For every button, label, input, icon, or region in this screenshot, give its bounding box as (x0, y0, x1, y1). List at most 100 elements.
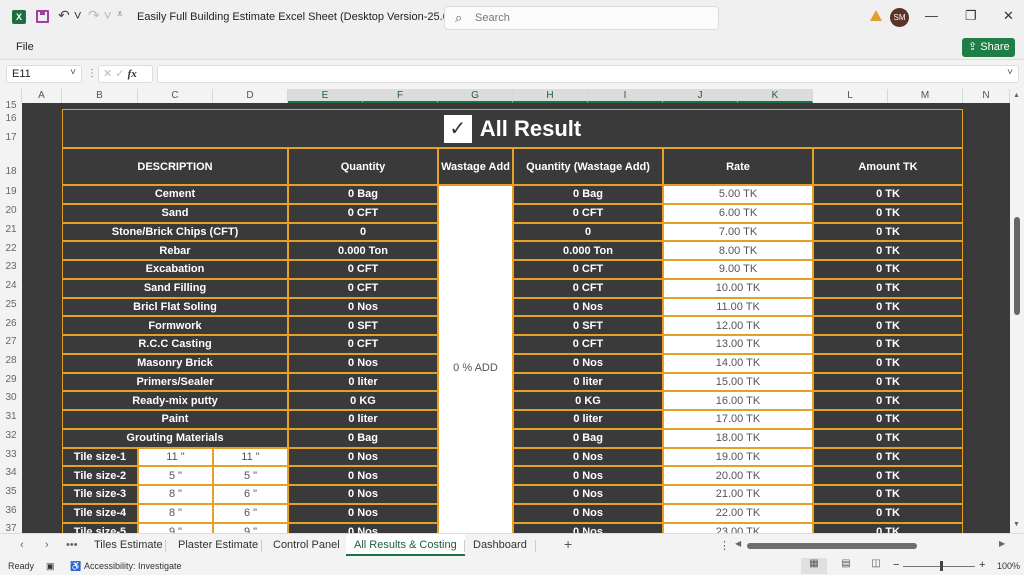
row-header[interactable]: 17 (0, 132, 22, 143)
item-rate-input[interactable]: 9.00 TK (663, 260, 813, 279)
macro-record-icon[interactable]: ▣ (46, 561, 55, 572)
page-break-view-button[interactable]: ◫ (863, 558, 889, 574)
customize-toolbar-icon[interactable]: ⩡ (117, 9, 123, 20)
accessibility-status[interactable]: Accessibility: Investigate (84, 561, 182, 571)
row-header[interactable]: 24 (0, 280, 22, 291)
name-box[interactable]: E11 ˅ (6, 65, 82, 83)
tile-height-input[interactable]: 5 " (213, 466, 288, 485)
row-header[interactable]: 19 (0, 186, 22, 197)
insert-function-icon[interactable]: fx (128, 68, 137, 80)
file-menu[interactable]: File (16, 41, 34, 53)
warning-icon[interactable] (870, 10, 882, 21)
tile-height-input[interactable]: 9 " (213, 522, 288, 533)
tile-rate-input[interactable]: 22.00 TK (663, 503, 813, 523)
tile-height-input[interactable]: 11 " (213, 447, 288, 467)
tile-width-input[interactable]: 11 " (138, 447, 213, 467)
column-header[interactable]: I (588, 89, 663, 103)
column-header[interactable]: L (813, 89, 888, 103)
row-header[interactable]: 30 (0, 392, 22, 403)
scroll-right-icon[interactable]: ▶ (999, 539, 1005, 548)
item-rate-input[interactable]: 5.00 TK (663, 185, 813, 204)
item-rate-input[interactable]: 17.00 TK (663, 410, 813, 429)
item-rate-input[interactable]: 10.00 TK (663, 278, 813, 298)
undo-icon[interactable]: ↶ ˅ (58, 7, 82, 24)
zoom-slider-thumb[interactable] (940, 561, 943, 571)
row-header[interactable]: 27 (0, 336, 22, 347)
worksheet-grid[interactable]: ✓ All Result DESCRIPTION Quantity Wastage Ad… (22, 103, 1010, 533)
tile-rate-input[interactable]: 19.00 TK (663, 447, 813, 467)
scroll-down-icon[interactable]: ▼ (1013, 521, 1020, 528)
row-header[interactable]: 26 (0, 318, 22, 329)
search-input[interactable]: ⌕ Search (444, 6, 719, 30)
row-header[interactable]: 28 (0, 355, 22, 366)
row-header[interactable]: 16 (0, 113, 22, 124)
tile-width-input[interactable]: 5 " (138, 466, 213, 485)
next-sheet-icon[interactable]: › (45, 539, 49, 551)
column-header[interactable]: J (663, 89, 738, 103)
checkbox-checked-icon[interactable]: ✓ (443, 114, 472, 143)
row-header[interactable]: 22 (0, 243, 22, 254)
share-button[interactable]: ⇪ Share ˅ (962, 38, 1015, 72)
item-rate-input[interactable]: 7.00 TK (663, 222, 813, 242)
close-button[interactable]: ✕ (1003, 8, 1014, 24)
item-rate-input[interactable]: 18.00 TK (663, 428, 813, 448)
column-header[interactable]: N (963, 89, 1010, 103)
enter-icon[interactable]: ✓ (115, 68, 124, 80)
item-rate-input[interactable]: 16.00 TK (663, 391, 813, 410)
item-rate-input[interactable]: 12.00 TK (663, 316, 813, 335)
redo-icon[interactable]: ↷ ˅ (88, 7, 112, 24)
vertical-scroll-thumb[interactable] (1014, 217, 1020, 315)
zoom-out-button[interactable]: − (893, 559, 899, 571)
cancel-icon[interactable]: ✕ (103, 68, 112, 80)
tab-dashboard[interactable]: Dashboard (473, 539, 527, 551)
avatar[interactable]: SM (890, 8, 909, 27)
row-header[interactable]: 29 (0, 374, 22, 385)
column-header[interactable]: F (363, 89, 438, 103)
column-header[interactable]: D (213, 89, 288, 103)
row-header[interactable]: 20 (0, 205, 22, 216)
page-layout-view-button[interactable]: ▤ (833, 558, 859, 574)
prev-sheet-icon[interactable]: ‹ (20, 539, 24, 551)
row-header[interactable]: 32 (0, 430, 22, 441)
column-header[interactable]: A (22, 89, 62, 103)
row-header[interactable]: 25 (0, 299, 22, 310)
tab-tiles-estimate[interactable]: Tiles Estimate (94, 539, 163, 551)
zoom-level[interactable]: 100% (997, 561, 1020, 571)
accessibility-icon[interactable]: ♿ (70, 561, 81, 572)
add-sheet-button[interactable]: + (564, 536, 572, 552)
tile-height-input[interactable]: 6 " (213, 485, 288, 504)
scroll-left-icon[interactable]: ◀ (735, 539, 741, 548)
restore-button[interactable]: ❐ (965, 8, 977, 24)
tab-control-panel[interactable]: Control Panel (273, 539, 340, 551)
column-header[interactable]: H (513, 89, 588, 103)
row-header[interactable]: 31 (0, 411, 22, 422)
column-header[interactable]: B (62, 89, 138, 103)
tile-width-input[interactable]: 8 " (138, 485, 213, 504)
item-rate-input[interactable]: 11.00 TK (663, 297, 813, 317)
column-header[interactable]: K (738, 89, 813, 103)
item-rate-input[interactable]: 13.00 TK (663, 335, 813, 354)
horizontal-scrollbar[interactable]: ◀ ▶ (735, 539, 1005, 550)
row-header[interactable]: 35 (0, 486, 22, 497)
item-rate-input[interactable]: 6.00 TK (663, 203, 813, 223)
row-header[interactable]: 15 (0, 100, 22, 111)
more-sheets-button[interactable]: ••• (66, 539, 78, 551)
row-header[interactable]: 18 (0, 166, 22, 177)
column-header[interactable]: E (288, 89, 363, 103)
column-header[interactable]: C (138, 89, 213, 103)
zoom-in-button[interactable]: + (979, 559, 985, 571)
item-rate-input[interactable]: 8.00 TK (663, 241, 813, 260)
item-rate-input[interactable]: 14.00 TK (663, 353, 813, 373)
row-header[interactable]: 33 (0, 449, 22, 460)
tile-width-input[interactable]: 8 " (138, 503, 213, 523)
tab-all-results-costing[interactable]: All Results & Costing (346, 534, 465, 556)
normal-view-button[interactable]: ▦ (801, 558, 827, 574)
chevron-down-icon[interactable]: ˅ (70, 67, 76, 78)
row-header[interactable]: 21 (0, 224, 22, 235)
tile-rate-input[interactable]: 23.00 TK (663, 522, 813, 533)
tile-width-input[interactable]: 9 " (138, 522, 213, 533)
vertical-scrollbar[interactable]: ▲ ▼ (1010, 89, 1024, 533)
row-header[interactable]: 34 (0, 467, 22, 478)
row-header[interactable]: 36 (0, 505, 22, 516)
more-icon[interactable]: ⋮ (87, 68, 97, 79)
